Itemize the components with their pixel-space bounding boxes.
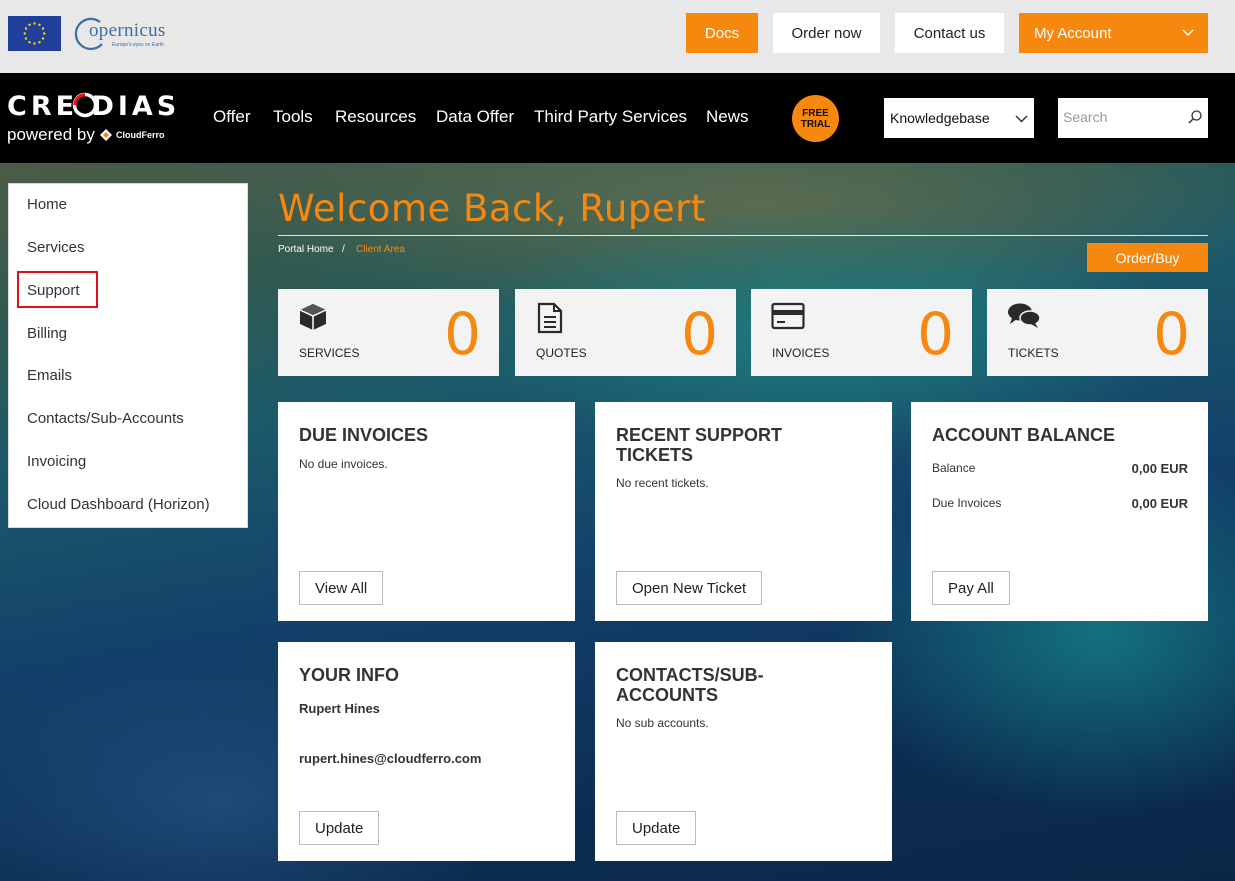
- stat-value: 0: [681, 300, 718, 368]
- breadcrumb-home[interactable]: Portal Home: [278, 244, 334, 255]
- cloudferro-icon: [100, 129, 112, 141]
- stat-label: QUOTES: [536, 346, 587, 360]
- account-balance-panel: ACCOUNT BALANCE Balance 0,00 EUR Due Inv…: [911, 402, 1208, 621]
- sidebar-item-support[interactable]: Support: [27, 282, 80, 299]
- cloudferro-logo: CloudFerro: [99, 128, 165, 142]
- sidebar-item-cloud-dashboard[interactable]: Cloud Dashboard (Horizon): [27, 496, 210, 513]
- panel-text: No recent tickets.: [616, 476, 709, 490]
- my-account-dropdown[interactable]: My Account: [1019, 13, 1208, 53]
- sidebar-item-home[interactable]: Home: [27, 196, 67, 213]
- nav-resources[interactable]: Resources: [335, 107, 416, 127]
- sidebar-item-services[interactable]: Services: [27, 239, 85, 256]
- panel-title: RECENT SUPPORT TICKETS: [616, 425, 783, 465]
- document-icon: [537, 302, 563, 334]
- balance-row: Balance 0,00 EUR: [932, 461, 1188, 476]
- view-all-button[interactable]: View All: [299, 571, 384, 605]
- chevron-down-icon: [1015, 115, 1028, 123]
- top-bar: opernicus Europe's eyes on Earth Docs Or…: [0, 0, 1235, 73]
- stat-tile-tickets[interactable]: TICKETS 0: [987, 289, 1208, 376]
- client-sidebar: Home Services Support Billing Emails Con…: [8, 183, 248, 528]
- open-new-ticket-button[interactable]: Open New Ticket: [616, 571, 763, 605]
- due-invoices-row: Due Invoices 0,00 EUR: [932, 496, 1188, 511]
- sidebar-item-billing[interactable]: Billing: [27, 325, 67, 342]
- nav-third-party-services[interactable]: Third Party Services: [534, 107, 687, 127]
- free-trial-line-2: TRIAL: [800, 119, 831, 130]
- my-account-label: My Account: [1034, 24, 1112, 42]
- due-invoices-value: 0,00 EUR: [1131, 496, 1188, 511]
- knowledgebase-select[interactable]: Knowledgebase: [884, 98, 1034, 138]
- chevron-down-icon: [1182, 29, 1194, 37]
- order-now-button[interactable]: Order now: [773, 13, 880, 53]
- stat-value: 0: [444, 300, 481, 368]
- docs-button[interactable]: Docs: [686, 13, 758, 53]
- page-title: Welcome Back, Rupert: [278, 187, 706, 230]
- search-box: [1058, 98, 1208, 138]
- due-invoices-panel: DUE INVOICES No due invoices. View All: [278, 402, 575, 621]
- user-email: rupert.hines@cloudferro.com: [299, 751, 482, 766]
- eu-flag-logo: [8, 16, 61, 51]
- stat-label: SERVICES: [299, 346, 360, 360]
- panel-title: CONTACTS/SUB-ACCOUNTS: [616, 665, 764, 705]
- free-trial-line-1: FREE: [802, 108, 829, 119]
- order-buy-button[interactable]: Order/Buy: [1087, 243, 1208, 272]
- balance-label: Balance: [932, 461, 976, 475]
- stat-label: INVOICES: [772, 346, 830, 360]
- breadcrumb-current: Client Area: [356, 244, 405, 255]
- breadcrumb-separator: /: [342, 244, 345, 255]
- contact-us-button[interactable]: Contact us: [895, 13, 1004, 53]
- copernicus-wordmark: opernicus: [89, 20, 166, 41]
- panel-title: DUE INVOICES: [299, 425, 429, 445]
- update-contacts-button[interactable]: Update: [616, 811, 697, 845]
- stat-value: 0: [917, 300, 954, 368]
- panel-title: ACCOUNT BALANCE: [932, 425, 1115, 445]
- logo-ring-icon: [72, 92, 98, 118]
- knowledgebase-label: Knowledgebase: [890, 110, 990, 126]
- user-name: Rupert Hines: [299, 701, 380, 716]
- credit-card-icon: [771, 302, 805, 330]
- sidebar-item-invoicing[interactable]: Invoicing: [27, 453, 86, 470]
- stat-tile-invoices[interactable]: INVOICES 0: [751, 289, 972, 376]
- stat-tile-quotes[interactable]: QUOTES 0: [515, 289, 736, 376]
- nav-data-offer[interactable]: Data Offer: [436, 107, 514, 127]
- sidebar-item-contacts[interactable]: Contacts/Sub-Accounts: [27, 410, 184, 427]
- nav-offer[interactable]: Offer: [213, 107, 250, 127]
- due-invoices-label: Due Invoices: [932, 496, 1002, 510]
- sidebar-item-emails[interactable]: Emails: [27, 367, 72, 384]
- balance-value: 0,00 EUR: [1131, 461, 1188, 476]
- stat-label: TICKETS: [1008, 346, 1059, 360]
- panel-title: YOUR INFO: [299, 665, 400, 685]
- search-icon[interactable]: [1187, 109, 1203, 125]
- free-trial-button[interactable]: FREE TRIAL: [792, 95, 839, 142]
- your-info-panel: YOUR INFO Rupert Hines rupert.hines@clou…: [278, 642, 575, 861]
- cloudferro-wordmark: CloudFerro: [116, 130, 165, 140]
- support-tickets-panel: RECENT SUPPORT TICKETS No recent tickets…: [595, 402, 892, 621]
- update-info-button[interactable]: Update: [299, 811, 380, 845]
- stat-value: 0: [1153, 300, 1190, 368]
- main-nav: CRE DIAS powered by CloudFerro Offer Too…: [0, 73, 1235, 163]
- stat-tile-services[interactable]: SERVICES 0: [278, 289, 499, 376]
- powered-by-text: powered by: [7, 125, 95, 144]
- panel-text: No sub accounts.: [616, 716, 709, 730]
- copernicus-logo[interactable]: opernicus Europe's eyes on Earth: [72, 14, 172, 54]
- panel-text: No due invoices.: [299, 457, 388, 471]
- contacts-panel: CONTACTS/SUB-ACCOUNTS No sub accounts. U…: [595, 642, 892, 861]
- search-input[interactable]: [1058, 98, 1178, 136]
- cube-icon: [299, 304, 327, 330]
- copernicus-tagline: Europe's eyes on Earth: [112, 42, 164, 48]
- chat-bubbles-icon: [1008, 303, 1041, 328]
- nav-tools[interactable]: Tools: [273, 107, 313, 127]
- nav-news[interactable]: News: [706, 107, 749, 127]
- pay-all-button[interactable]: Pay All: [932, 571, 1010, 605]
- title-divider: [278, 235, 1208, 236]
